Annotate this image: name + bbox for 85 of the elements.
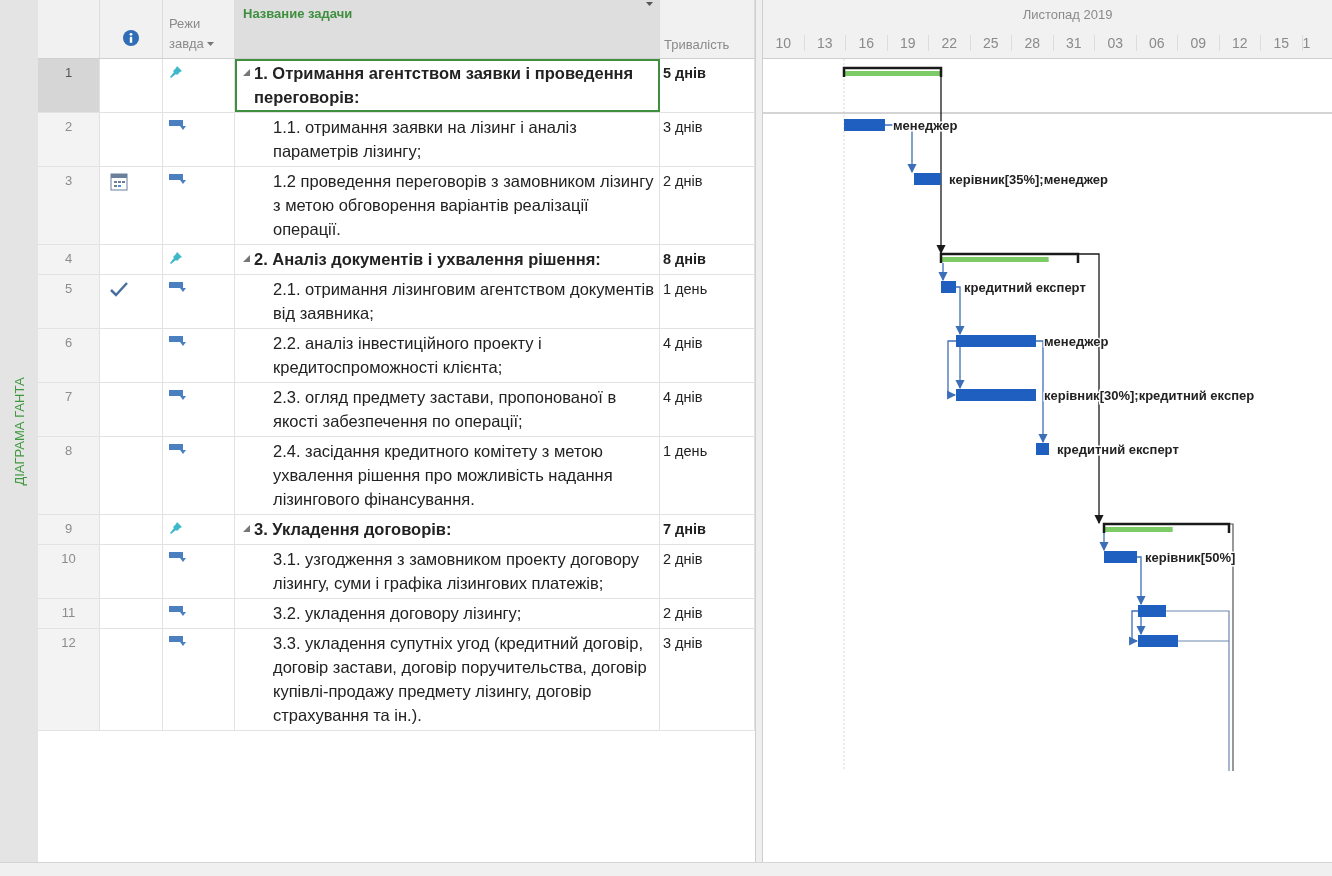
row-number[interactable]: 3 [38, 167, 100, 244]
column-header[interactable]: Тривалість [664, 37, 730, 52]
timescale-day: 25 [970, 35, 1012, 51]
pane-splitter[interactable] [756, 0, 763, 862]
task-bar[interactable] [941, 281, 956, 293]
row-number[interactable]: 4 [38, 245, 100, 274]
task-name: 3.3. укладення супутніх угод (кредитний договір, договір застави, договір поручительства, договір купівлі-продажу предмету лізингу, договір страхування та ін.). [273, 633, 648, 726]
timescale-day: 03 [1095, 35, 1137, 51]
collapse-triangle-icon[interactable] [243, 69, 250, 76]
timescale-day: 28 [1012, 35, 1054, 51]
task-bar[interactable] [1036, 443, 1049, 455]
dropdown-caret-icon[interactable] [646, 2, 653, 6]
row-number[interactable]: 9 [38, 515, 100, 544]
task-duration: 2 днів [660, 167, 755, 244]
row-number[interactable]: 10 [38, 545, 100, 598]
timescale-day: 10 [763, 35, 805, 51]
timescale-day: 16 [846, 35, 888, 51]
dependency-arrow [947, 340, 957, 400]
dropdown-caret-icon[interactable] [206, 42, 214, 46]
row-number[interactable]: 11 [38, 599, 100, 628]
column-header[interactable]: завда [169, 34, 204, 54]
row-number[interactable]: 6 [38, 329, 100, 382]
timescale-day: 06 [1136, 35, 1178, 51]
summary-bar[interactable] [1102, 522, 1231, 533]
task-bar[interactable] [844, 119, 885, 131]
dependency-arrow [1099, 532, 1109, 552]
collapse-triangle-icon[interactable] [243, 255, 250, 262]
task-duration: 4 днів [660, 329, 755, 382]
task-duration: 3 днів [660, 629, 755, 730]
task-name: 2. Аналіз документів і ухвалення рішення: [254, 249, 601, 270]
task-bar[interactable] [956, 389, 1036, 401]
dependency-arrow [1136, 556, 1146, 606]
task-duration: 5 днів [660, 59, 755, 112]
task-duration: 4 днів [660, 383, 755, 436]
task-name: 2.1. отримання лізинговим агентством документів від заявника; [273, 279, 655, 324]
task-duration: 1 день [660, 437, 755, 514]
task-duration: 2 днів [660, 599, 755, 628]
horizontal-scrollbar[interactable] [0, 862, 1332, 876]
task-name: 3.1. узгодження з замовником проекту договору лізингу, суми і графіка лізингових платежів; [273, 549, 641, 594]
row-number[interactable]: 5 [38, 275, 100, 328]
task-duration: 7 днів [660, 515, 755, 544]
timescale-month: Листопад 2019 [1022, 6, 1113, 22]
task-bar[interactable] [956, 335, 1036, 347]
row-number[interactable]: 12 [38, 629, 100, 730]
task-name: 1.2 проведення переговорів з замовником лізингу з метою обговорення варіантів реалізації операції. [273, 171, 655, 240]
timescale-day: 15 [1261, 35, 1303, 51]
task-name: 3.2. укладення договору лізингу; [273, 603, 522, 624]
summary-bar[interactable] [939, 252, 1080, 263]
row-number[interactable]: 8 [38, 437, 100, 514]
task-bar[interactable] [1104, 551, 1137, 563]
view-label[interactable]: ДІАГРАМА ГАНТА [11, 376, 27, 486]
timescale-day: 22 [929, 35, 971, 51]
info-icon [123, 30, 139, 46]
dependency-arrow [955, 286, 965, 336]
timescale-day: 31 [1053, 35, 1095, 51]
row-number[interactable]: 1 [38, 59, 100, 112]
task-name: 1.1. отримання заявки на лізинг і аналіз параметрів лізингу; [273, 117, 578, 162]
task-name: 3. Укладення договорів: [254, 519, 452, 540]
task-name: 1. Отримання агентством заявки і проведення переговорів: [254, 63, 635, 108]
row-number[interactable]: 7 [38, 383, 100, 436]
timescale-day: 19 [887, 35, 929, 51]
task-bar[interactable] [914, 173, 941, 185]
resource-label: керівник[35%];менеджер [949, 172, 1109, 187]
task-name: 2.4. засідання кредитного комітету з метою ухвалення рішення про можливість надання лізингового фінансування. [273, 441, 614, 510]
task-bar[interactable] [1138, 635, 1178, 647]
column-header[interactable]: Режи [169, 14, 201, 34]
task-duration: 2 днів [660, 545, 755, 598]
resource-label: кредитний експерт [964, 280, 1086, 295]
resource-label: керівник[50%] [1145, 550, 1236, 565]
timescale-day: 09 [1178, 35, 1220, 51]
task-bar[interactable] [1138, 605, 1166, 617]
row-number[interactable]: 2 [38, 113, 100, 166]
timescale-day: 1 [1302, 35, 1313, 51]
collapse-triangle-icon[interactable] [243, 525, 250, 532]
task-name: 2.2. аналіз інвестиційного проекту і кредитоспроможності клієнта; [273, 333, 543, 378]
dependency-arrow [938, 262, 948, 282]
timescale-day: 13 [804, 35, 846, 51]
task-name: 2.3. огляд предмету застави, пропонованої в якості забезпечення по операції; [273, 387, 618, 432]
task-duration: 3 днів [660, 113, 755, 166]
task-duration: 8 днів [660, 245, 755, 274]
column-header[interactable]: Название задачи [243, 2, 353, 26]
task-duration: 1 день [660, 275, 755, 328]
dependency-arrow [1129, 610, 1139, 646]
timescale-day: 12 [1219, 35, 1261, 51]
summary-bar[interactable] [842, 66, 943, 77]
